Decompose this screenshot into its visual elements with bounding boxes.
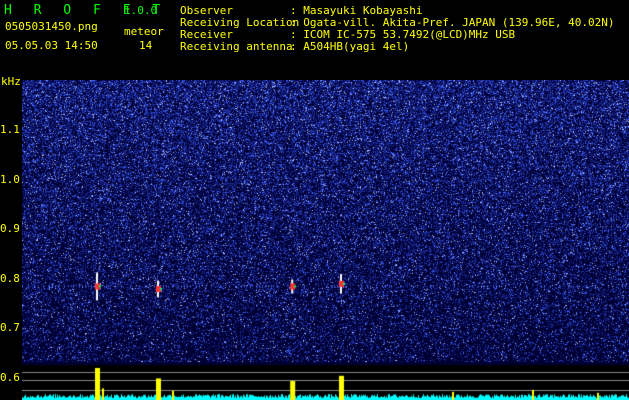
header-panel: H R O F F T 1.0.0 0505031450.png 05.05.0… xyxy=(0,0,629,75)
y-tick-label: 0.9 xyxy=(0,222,20,235)
y-tick-label: 1.0 xyxy=(0,173,20,186)
spectrogram-canvas xyxy=(22,80,629,400)
meteor-label: meteor xyxy=(124,25,164,38)
antenna-label: Receiving antenna xyxy=(180,40,293,53)
y-tick-label: 0.6 xyxy=(0,371,20,384)
y-tick-label: 0.8 xyxy=(0,272,20,285)
filename-label: 0505031450.png xyxy=(5,20,98,33)
y-tick-label: 0.7 xyxy=(0,321,20,334)
antenna-value: : A504HB(yagi 4el) xyxy=(290,40,410,53)
app-version: 1.0.0 xyxy=(124,4,158,17)
meteor-count: 14 xyxy=(139,39,153,52)
datetime-label: 05.05.03 14:50 xyxy=(5,39,98,52)
y-tick-label: 1.1 xyxy=(0,123,20,136)
y-axis-label: kHz xyxy=(1,75,21,88)
